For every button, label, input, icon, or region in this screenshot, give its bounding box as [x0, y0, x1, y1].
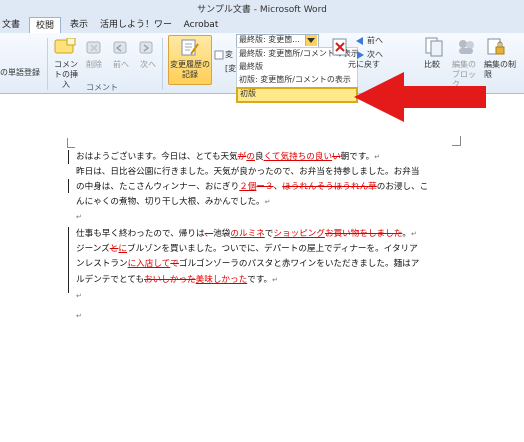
- restrict-editing-icon: [487, 38, 505, 55]
- block-authors-icon: [459, 40, 474, 54]
- compare-button[interactable]: 比較: [424, 60, 440, 70]
- chevron-down-icon: [307, 38, 315, 43]
- tab-document[interactable]: 文書: [0, 17, 22, 33]
- group-divider: [47, 38, 48, 90]
- document-line[interactable]: ジーンズとにブルゾンを買いました。ついでに、デパートの屋上でディナーを。イタリア: [76, 243, 418, 255]
- group-divider: [162, 38, 163, 90]
- menu-option-original-label: 初版: [240, 89, 256, 98]
- comment-group-label: コメント: [86, 83, 118, 92]
- previous-change-icon: [356, 37, 363, 45]
- document-line[interactable]: 仕事も早く終わったので、帰りは、池袋のルミネでショッピングお買い物をしました。↵: [76, 228, 417, 240]
- track-changes-icon: [181, 39, 199, 56]
- delete-comment-icon: [86, 41, 101, 54]
- change-bar: [68, 150, 69, 164]
- document-line[interactable]: の中身は、たこさんウィンナー、おにぎり２個ー３、ほうれんそうほうれん草のお浸し、…: [76, 181, 428, 193]
- red-arrow-annotation: [354, 72, 486, 122]
- next-change-button[interactable]: 次へ: [367, 50, 383, 60]
- tab-view[interactable]: 表示: [66, 17, 92, 33]
- page-corner-mark: [452, 145, 460, 146]
- display-review-value: 最終版: 変更箇...: [239, 35, 300, 44]
- change-bar: [68, 179, 69, 193]
- paragraph-mark: ↵: [76, 213, 82, 221]
- show-markup-button[interactable]: [変: [225, 64, 236, 74]
- document-line[interactable]: おはようございます。今日は、とても天気がの良くて気持ちの良いい朝です。↵: [76, 151, 380, 163]
- balloons-button[interactable]: 変: [225, 50, 233, 60]
- next-comment-icon: [139, 41, 153, 54]
- document-line[interactable]: ンレストランに入店してでゴルゴンゾーラのパスタと赤ワインをいただきました。麺はア: [76, 258, 419, 270]
- document-line[interactable]: んにゃくの煮物、切り干し大根、みかんでした。↵: [76, 196, 271, 208]
- menu-option-final[interactable]: 最終版: [239, 62, 263, 72]
- compare-icon: [425, 37, 443, 57]
- track-changes-label: 変更履歴の記録: [170, 60, 210, 79]
- page-corner-mark: [67, 147, 75, 148]
- previous-change-button[interactable]: 前へ: [367, 36, 383, 46]
- delete-comment-button[interactable]: 削除: [86, 60, 102, 70]
- tab-word-tips[interactable]: 活用しよう！ワード: [100, 17, 172, 46]
- reject-icon: [332, 38, 347, 56]
- change-bar: [68, 227, 69, 293]
- document-line[interactable]: 昨日は、日比谷公園に行きました。天気が良かったので、お弁当を持参しました。お弁当: [76, 166, 419, 178]
- balloons-icon: [214, 50, 224, 60]
- paragraph-mark: ↵: [76, 312, 82, 320]
- document-line[interactable]: ルデンテでとてもおいしかった美味しかったです。↵: [76, 274, 278, 286]
- previous-comment-icon: [113, 41, 127, 54]
- next-comment-button[interactable]: 次へ: [140, 60, 156, 70]
- previous-comment-button[interactable]: 前へ: [113, 60, 129, 70]
- next-change-icon: [357, 51, 364, 59]
- word-register-label[interactable]: の単語登録: [0, 68, 40, 78]
- insert-comment-button[interactable]: コメントの挿入: [52, 60, 80, 90]
- menu-option-original-markup[interactable]: 初版: 変更箇所/コメントの表示: [239, 75, 351, 85]
- paragraph-mark: ↵: [76, 292, 82, 300]
- window-title: サンプル文書 - Microsoft Word: [197, 5, 327, 15]
- new-comment-icon: [54, 38, 76, 54]
- reject-button[interactable]: 元に戻す: [348, 60, 380, 70]
- page-corner-mark: [460, 136, 461, 146]
- tab-acrobat[interactable]: Acrobat: [180, 17, 222, 33]
